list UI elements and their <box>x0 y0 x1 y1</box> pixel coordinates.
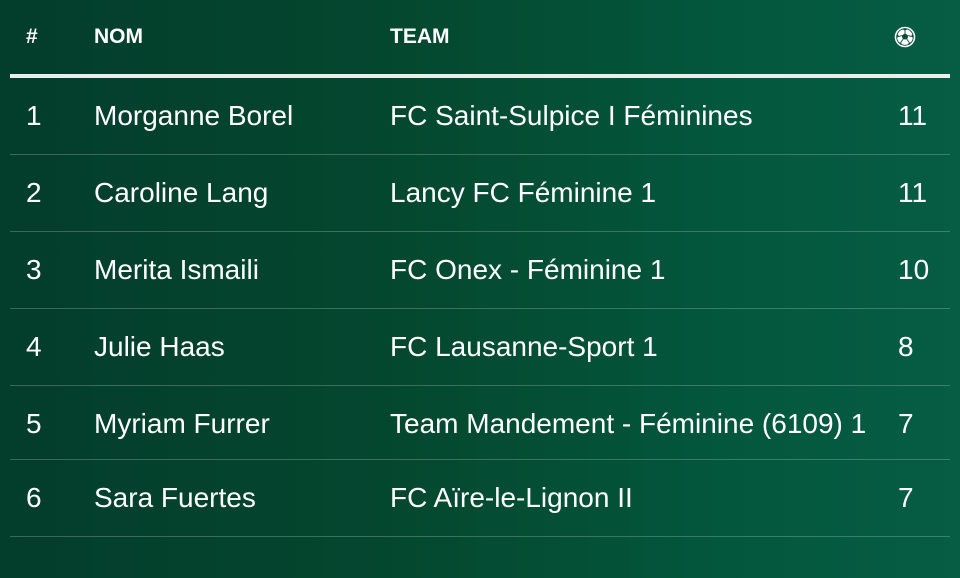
rank-cell: 6 <box>10 459 94 537</box>
player-name-cell: Sara Fuertes <box>94 459 390 537</box>
rank-cell: 3 <box>10 231 94 309</box>
table-header: # NOM TEAM <box>10 0 950 78</box>
team-cell: FC Aïre-le-Lignon II <box>390 459 898 537</box>
rank-cell: 5 <box>10 385 94 460</box>
table-row[interactable]: 4 Julie Haas FC Lausanne-Sport 1 8 <box>10 308 950 386</box>
table-row[interactable]: 3 Merita Ismaili FC Onex - Féminine 1 10 <box>10 231 950 309</box>
table-body: 1 Morganne Borel FC Saint-Sulpice I Fémi… <box>10 76 950 537</box>
goals-cell: 10 <box>898 231 950 309</box>
team-cell: FC Onex - Féminine 1 <box>390 231 898 309</box>
goals-cell: 7 <box>898 459 950 537</box>
soccer-ball-icon <box>894 26 916 48</box>
table-row[interactable]: 1 Morganne Borel FC Saint-Sulpice I Fémi… <box>10 76 950 155</box>
top-scorers-table: # NOM TEAM 1 Morganne Borel FC Saint-Sul… <box>10 0 950 537</box>
team-cell: Lancy FC Féminine 1 <box>390 154 898 232</box>
team-cell: Team Mandement - Féminine (6109) 1 <box>390 385 898 460</box>
rank-cell: 2 <box>10 154 94 232</box>
header-team[interactable]: TEAM <box>390 0 898 78</box>
player-name-cell: Caroline Lang <box>94 154 390 232</box>
header-rank[interactable]: # <box>10 0 94 78</box>
team-cell: FC Saint-Sulpice I Féminines <box>390 76 898 155</box>
header-row: # NOM TEAM <box>10 0 950 78</box>
player-name-cell: Julie Haas <box>94 308 390 386</box>
player-name-cell: Morganne Borel <box>94 76 390 155</box>
rank-cell: 1 <box>10 76 94 155</box>
team-cell: FC Lausanne-Sport 1 <box>390 308 898 386</box>
goals-cell: 11 <box>898 154 950 232</box>
scorers-table-container: # NOM TEAM 1 Morganne Borel FC Saint-Sul… <box>10 0 950 537</box>
header-name[interactable]: NOM <box>94 0 390 78</box>
goals-cell: 11 <box>898 76 950 155</box>
goals-cell: 8 <box>898 308 950 386</box>
table-row[interactable]: 6 Sara Fuertes FC Aïre-le-Lignon II 7 <box>10 459 950 537</box>
player-name-cell: Myriam Furrer <box>94 385 390 460</box>
player-name-cell: Merita Ismaili <box>94 231 390 309</box>
table-row[interactable]: 2 Caroline Lang Lancy FC Féminine 1 11 <box>10 154 950 232</box>
rank-cell: 4 <box>10 308 94 386</box>
table-row[interactable]: 5 Myriam Furrer Team Mandement - Féminin… <box>10 385 950 460</box>
goals-cell: 7 <box>898 385 950 460</box>
header-goals[interactable] <box>894 0 950 78</box>
